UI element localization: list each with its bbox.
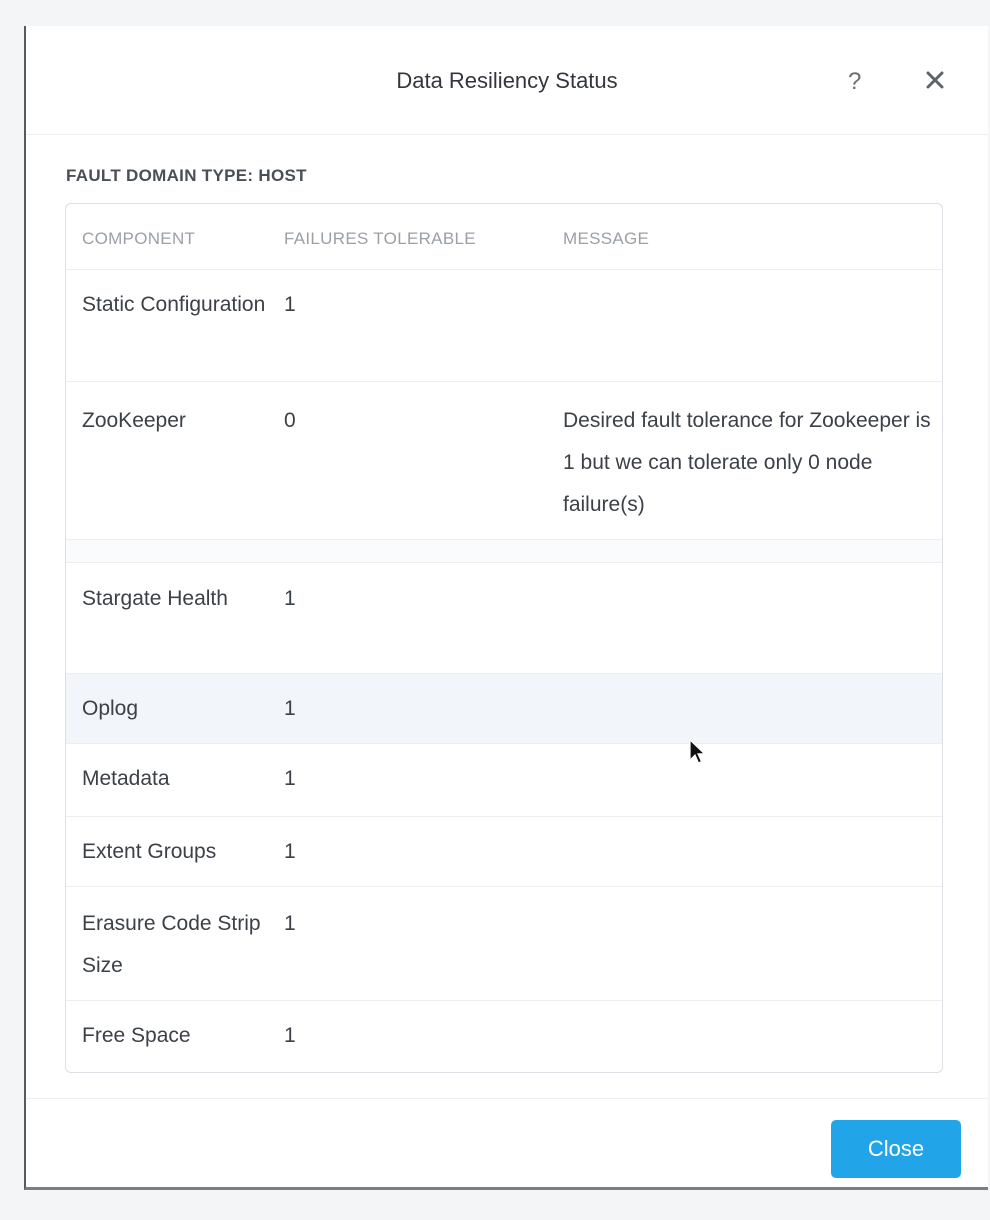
- dialog-title: Data Resiliency Status: [396, 68, 618, 93]
- column-header-message: MESSAGE: [563, 229, 650, 248]
- column-header-component: COMPONENT: [82, 229, 196, 248]
- table-row: Erasure Code Strip Size 1: [66, 887, 942, 1001]
- cell-component: Stargate Health: [82, 587, 228, 610]
- table-row: ZooKeeper 0 Desired fault tolerance for …: [66, 382, 942, 540]
- fault-domain-type-label: FAULT DOMAIN TYPE: HOST: [66, 166, 307, 185]
- column-header-failures-tolerable: FAILURES TOLERABLE: [284, 229, 476, 248]
- help-button[interactable]: ?: [848, 68, 861, 96]
- dialog-header: Data Resiliency Status ?: [26, 26, 988, 135]
- mouse-pointer-icon: [688, 738, 707, 766]
- footer-divider: [26, 1098, 988, 1099]
- cell-component: Metadata: [82, 767, 170, 790]
- cell-failures-tolerable: 1: [284, 840, 296, 863]
- table-row: Metadata 1: [66, 744, 942, 817]
- cell-component: Erasure Code Strip Size: [82, 912, 261, 977]
- table-row: Stargate Health 1: [66, 562, 942, 674]
- cell-failures-tolerable: 1: [284, 587, 296, 610]
- cell-component: Oplog: [82, 697, 139, 720]
- cell-component: Free Space: [82, 1024, 191, 1047]
- close-icon[interactable]: [921, 66, 949, 94]
- table-row: Free Space 1: [66, 1001, 942, 1072]
- table-row: Oplog 1: [66, 674, 942, 744]
- row-separator: [66, 540, 942, 563]
- cell-message: Desired fault tolerance for Zookeeper is…: [563, 409, 931, 516]
- table-row: Static Configuration 1: [66, 270, 942, 382]
- resiliency-table: COMPONENT FAILURES TOLERABLE MESSAGE Sta…: [65, 203, 943, 1073]
- table-row: Extent Groups 1: [66, 817, 942, 887]
- cell-component: Static Configuration: [82, 293, 266, 316]
- cell-failures-tolerable: 1: [284, 767, 296, 790]
- cell-failures-tolerable: 1: [284, 697, 296, 720]
- cell-component: Extent Groups: [82, 840, 217, 863]
- cell-failures-tolerable: 0: [284, 409, 296, 432]
- cell-component: ZooKeeper: [82, 409, 186, 432]
- cell-failures-tolerable: 1: [284, 1024, 296, 1047]
- cell-failures-tolerable: 1: [284, 912, 296, 935]
- close-button[interactable]: Close: [831, 1120, 961, 1178]
- cell-failures-tolerable: 1: [284, 293, 296, 316]
- data-resiliency-dialog: Data Resiliency Status ? FAULT DOMAIN TY…: [24, 26, 988, 1190]
- table-header-row: COMPONENT FAILURES TOLERABLE MESSAGE: [66, 204, 942, 270]
